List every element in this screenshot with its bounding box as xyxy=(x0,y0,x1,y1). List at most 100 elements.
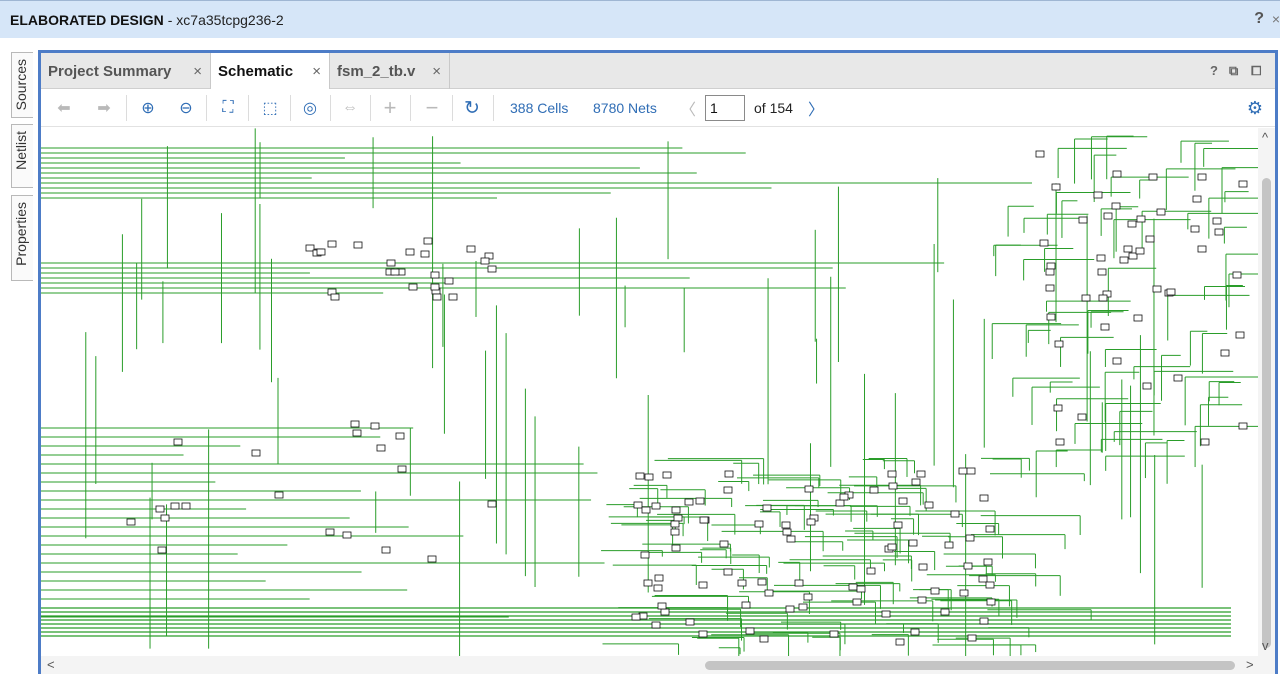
logic-cell[interactable] xyxy=(641,506,651,514)
zoom-in-icon[interactable]: ⊕ xyxy=(137,97,159,119)
logic-cell[interactable] xyxy=(327,240,337,248)
logic-cell[interactable] xyxy=(448,293,458,301)
logic-cell[interactable] xyxy=(181,502,191,510)
logic-cell[interactable] xyxy=(839,493,849,501)
logic-cell[interactable] xyxy=(888,482,898,490)
logic-cell[interactable] xyxy=(741,601,751,609)
logic-cell[interactable] xyxy=(985,581,995,589)
logic-cell[interactable] xyxy=(978,575,988,583)
panel-help-icon[interactable]: ? xyxy=(1210,63,1218,78)
logic-cell[interactable] xyxy=(963,562,973,570)
logic-cell[interactable] xyxy=(635,472,645,480)
logic-cell[interactable] xyxy=(657,602,667,610)
logic-cell[interactable] xyxy=(924,501,934,509)
logic-cell[interactable] xyxy=(895,638,905,646)
logic-cell[interactable] xyxy=(1192,195,1202,203)
horizontal-scrollbar[interactable]: < > xyxy=(41,656,1275,674)
logic-cell[interactable] xyxy=(785,605,795,613)
logic-cell[interactable] xyxy=(408,283,418,291)
logic-cell[interactable] xyxy=(316,248,326,256)
side-tab-properties[interactable]: Properties xyxy=(11,195,33,281)
logic-cell[interactable] xyxy=(1111,202,1121,210)
logic-cell[interactable] xyxy=(430,271,440,279)
logic-cell[interactable] xyxy=(350,420,360,428)
logic-cell[interactable] xyxy=(887,543,897,551)
logic-cell[interactable] xyxy=(1145,235,1155,243)
logic-cell[interactable] xyxy=(803,593,813,601)
logic-cell[interactable] xyxy=(764,589,774,597)
next-page-icon[interactable]: 〉 xyxy=(805,97,827,119)
logic-cell[interactable] xyxy=(917,596,927,604)
logic-cell[interactable] xyxy=(662,471,672,479)
logic-cell[interactable] xyxy=(950,510,960,518)
logic-cell[interactable] xyxy=(1123,245,1133,253)
logic-cell[interactable] xyxy=(979,617,989,625)
logic-cell[interactable] xyxy=(160,514,170,522)
logic-cell[interactable] xyxy=(673,514,683,522)
logic-cell[interactable] xyxy=(798,603,808,611)
logic-cell[interactable] xyxy=(487,265,497,273)
logic-cell[interactable] xyxy=(670,528,680,536)
collapse-icon[interactable]: − xyxy=(421,95,443,120)
logic-cell[interactable] xyxy=(866,567,876,575)
logic-cell[interactable] xyxy=(869,486,879,494)
tab-fsm-2-tb[interactable]: fsm_2_tb.v × xyxy=(330,53,450,89)
logic-cell[interactable] xyxy=(390,268,400,276)
logic-cell[interactable] xyxy=(1078,216,1088,224)
logic-cell[interactable] xyxy=(1055,438,1065,446)
logic-cell[interactable] xyxy=(376,444,386,452)
logic-cell[interactable] xyxy=(1097,268,1107,276)
settings-icon[interactable]: ⚙ xyxy=(1244,97,1266,119)
logic-cell[interactable] xyxy=(918,563,928,571)
previous-page-icon[interactable]: 〈 xyxy=(677,97,699,119)
logic-cell[interactable] xyxy=(651,621,661,629)
logic-cell[interactable] xyxy=(1096,254,1106,262)
page-number-input[interactable]: 1 xyxy=(705,95,745,121)
zoom-out-icon[interactable]: ⊖ xyxy=(175,97,197,119)
logic-cell[interactable] xyxy=(794,579,804,587)
logic-cell[interactable] xyxy=(671,544,681,552)
logic-cell[interactable] xyxy=(670,520,680,528)
logic-cell[interactable] xyxy=(1136,215,1146,223)
scroll-right-icon[interactable]: > xyxy=(1246,657,1254,672)
vertical-scrollbar[interactable]: ^ v xyxy=(1258,128,1275,656)
logic-cell[interactable] xyxy=(1200,438,1210,446)
logic-cell[interactable] xyxy=(1142,382,1152,390)
logic-cell[interactable] xyxy=(786,535,796,543)
schematic-drawing[interactable] xyxy=(41,128,1275,656)
logic-cell[interactable] xyxy=(910,628,920,636)
logic-cell[interactable] xyxy=(644,473,654,481)
logic-cell[interactable] xyxy=(660,608,670,616)
logic-cell[interactable] xyxy=(829,630,839,638)
refresh-icon[interactable]: ↻ xyxy=(461,97,483,119)
logic-cell[interactable] xyxy=(155,505,165,513)
regenerate-icon[interactable]: ⇔ xyxy=(339,97,361,119)
logic-cell[interactable] xyxy=(887,470,897,478)
logic-cell[interactable] xyxy=(965,534,975,542)
cells-count-link[interactable]: 388 Cells xyxy=(510,100,568,116)
logic-cell[interactable] xyxy=(1112,357,1122,365)
logic-cell[interactable] xyxy=(745,627,755,635)
tab-schematic[interactable]: Schematic × xyxy=(211,53,330,90)
logic-cell[interactable] xyxy=(698,581,708,589)
close-icon[interactable]: × xyxy=(432,63,441,80)
logic-cell[interactable] xyxy=(631,613,641,621)
logic-cell[interactable] xyxy=(430,283,440,291)
logic-cell[interactable] xyxy=(698,630,708,638)
fit-to-window-icon[interactable]: ⛶ xyxy=(217,97,239,119)
logic-cell[interactable] xyxy=(1077,413,1087,421)
logic-cell[interactable] xyxy=(940,608,950,616)
logic-cell[interactable] xyxy=(633,501,643,509)
expand-icon[interactable]: + xyxy=(379,95,401,120)
logic-cell[interactable] xyxy=(1081,294,1091,302)
logic-cell[interactable] xyxy=(170,502,180,510)
logic-cell[interactable] xyxy=(966,467,976,475)
logic-cell[interactable] xyxy=(1166,288,1176,296)
schematic-canvas[interactable] xyxy=(41,128,1275,656)
logic-cell[interactable] xyxy=(353,241,363,249)
logic-cell[interactable] xyxy=(986,598,996,606)
logic-cell[interactable] xyxy=(1135,247,1145,255)
logic-cell[interactable] xyxy=(1152,285,1162,293)
logic-cell[interactable] xyxy=(251,449,261,457)
logic-cell[interactable] xyxy=(342,531,352,539)
